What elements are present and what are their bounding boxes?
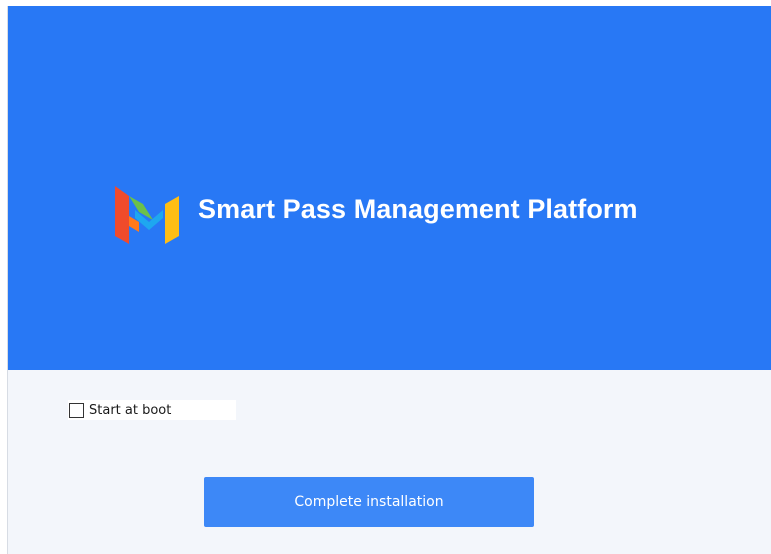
app-title: Smart Pass Management Platform xyxy=(198,194,638,224)
start-at-boot-checkbox[interactable] xyxy=(69,402,84,418)
m-logo-icon xyxy=(115,186,179,244)
installer-footer: Start at boot Complete installation xyxy=(8,370,771,554)
header-banner: Smart Pass Management Platform xyxy=(8,6,771,370)
complete-installation-button[interactable]: Complete installation xyxy=(204,477,534,527)
start-at-boot-option[interactable]: Start at boot xyxy=(68,400,236,420)
complete-installation-label: Complete installation xyxy=(294,494,444,510)
installer-window: Smart Pass Management Platform Start at … xyxy=(7,6,771,554)
start-at-boot-label: Start at boot xyxy=(89,402,172,418)
